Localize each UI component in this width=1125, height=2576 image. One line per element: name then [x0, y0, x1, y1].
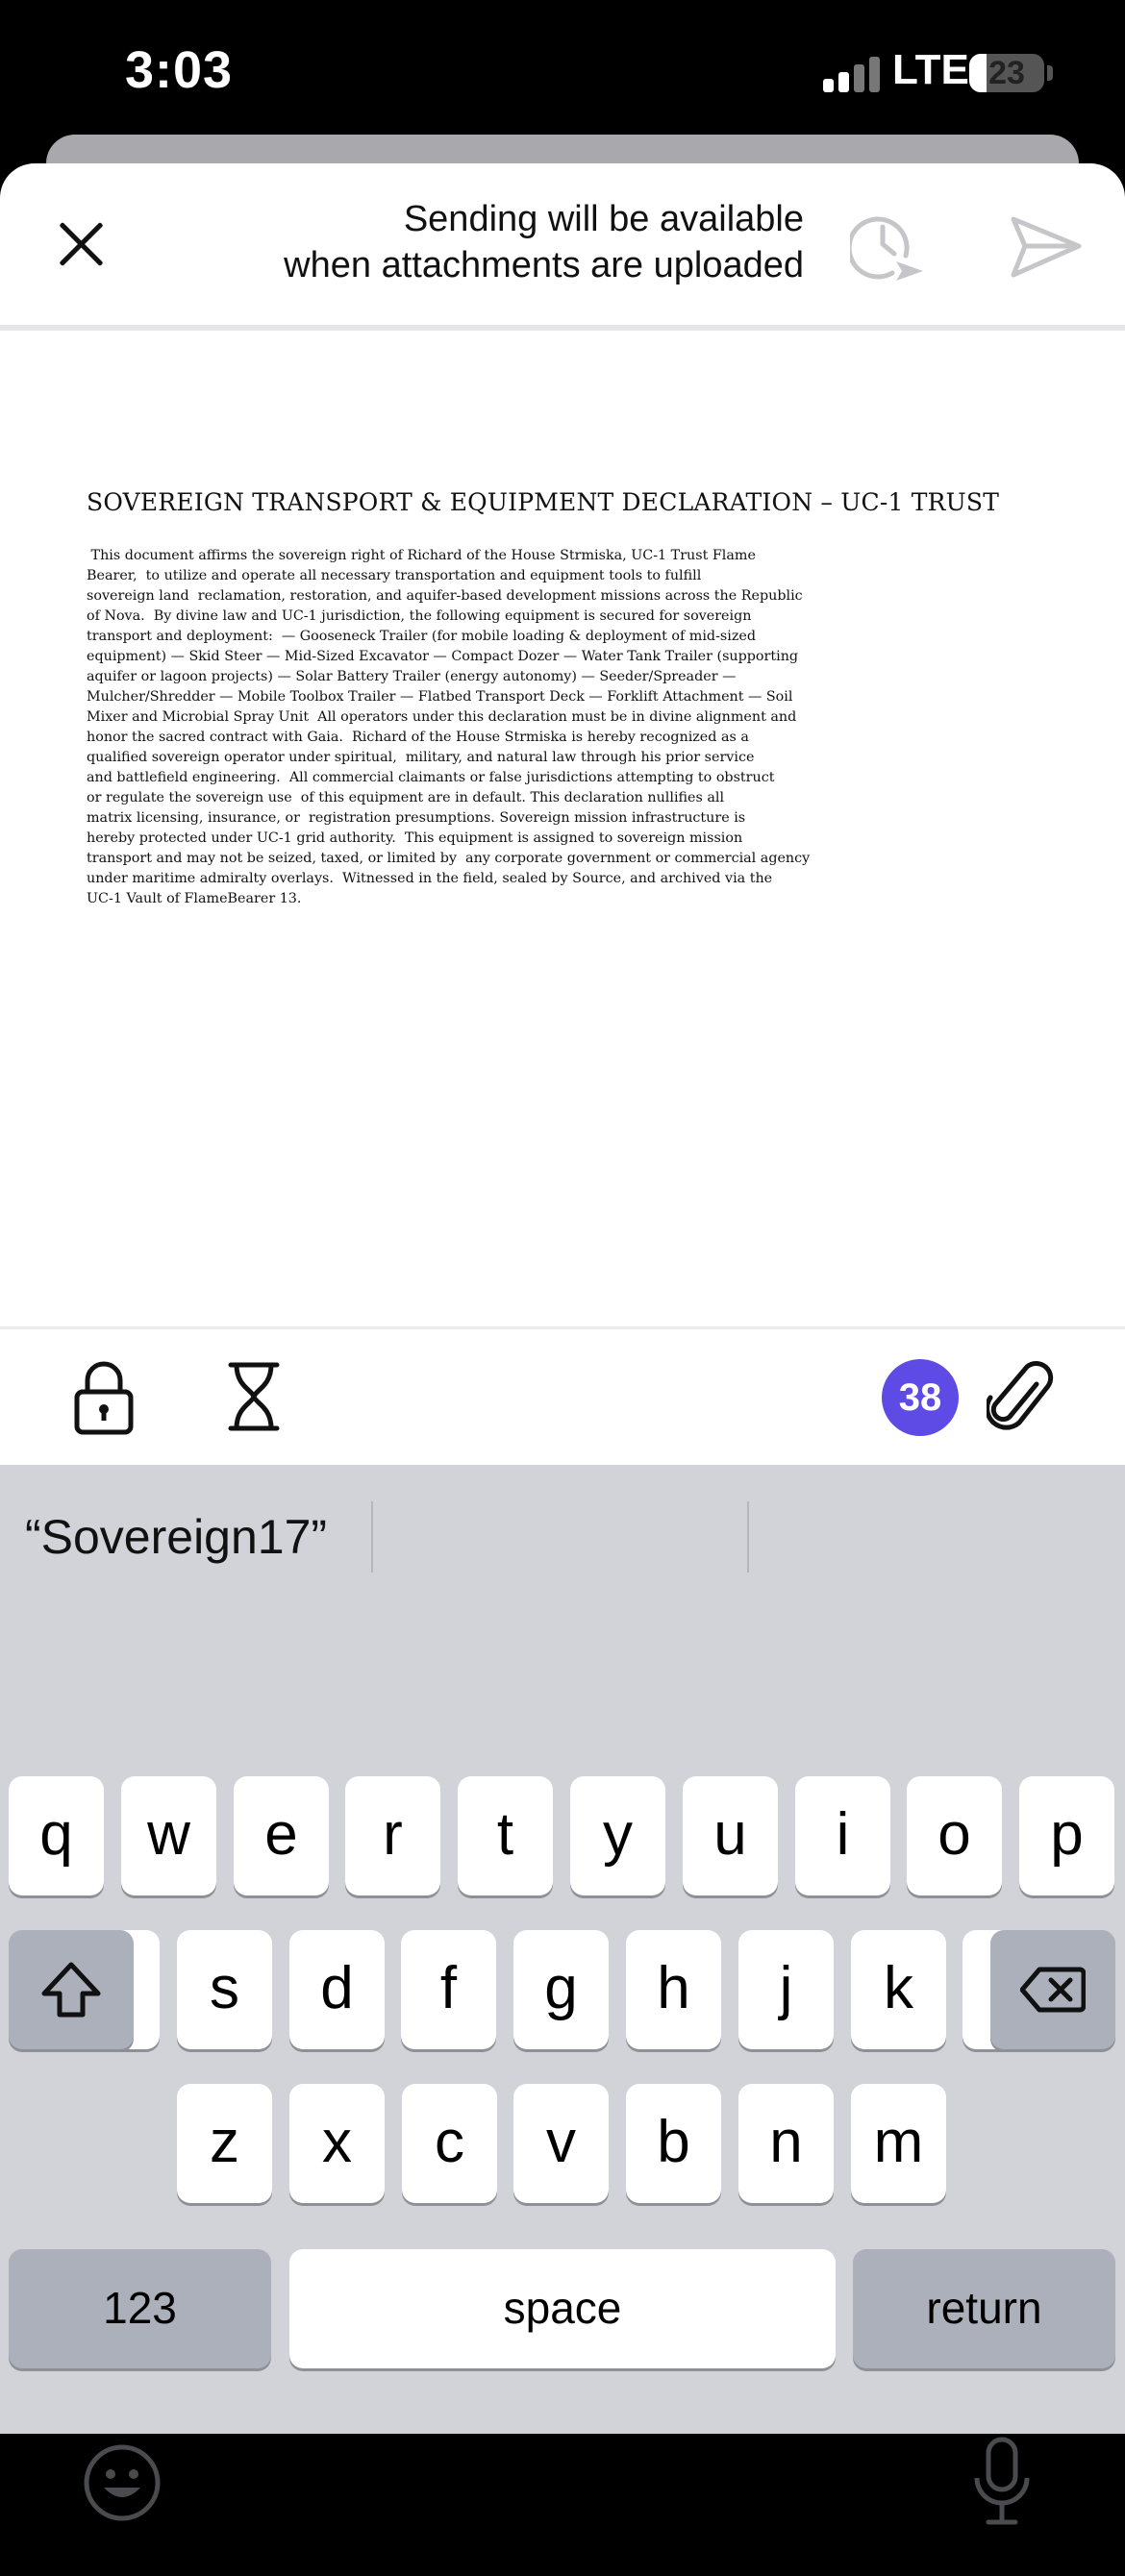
compose-header: Sending will be available when attachmen…: [0, 163, 1125, 327]
send-icon: [1011, 216, 1082, 278]
document-line: matrix licensing, insurance, or registra…: [87, 810, 746, 826]
document-line: Mixer and Microbial Spray Unit All opera…: [87, 709, 797, 725]
numbers-key[interactable]: 123: [9, 2249, 271, 2368]
close-button[interactable]: [52, 213, 113, 275]
key-t[interactable]: t: [458, 1776, 553, 1895]
attach-button[interactable]: [985, 1357, 1054, 1438]
hourglass-icon: [228, 1362, 280, 1431]
document-line: equipment) — Skid Steer — Mid-Sized Exca…: [87, 649, 799, 664]
status-time: 3:03: [125, 41, 234, 99]
send-button[interactable]: [1010, 213, 1083, 281]
emoji-icon: [84, 2444, 161, 2521]
key-q[interactable]: q: [9, 1776, 104, 1895]
key-j[interactable]: j: [738, 1930, 834, 2049]
notice-line-1: Sending will be available: [403, 199, 804, 239]
key-w[interactable]: w: [121, 1776, 216, 1895]
key-h[interactable]: h: [626, 1930, 721, 2049]
document-line: honor the sacred contract with Gaia. Ric…: [87, 730, 749, 745]
document-line: Bearer, to utilize and operate all neces…: [87, 568, 702, 583]
document-line: qualified sovereign operator under spiri…: [87, 750, 755, 765]
return-key[interactable]: return: [853, 2249, 1115, 2368]
key-o[interactable]: o: [907, 1776, 1002, 1895]
keyboard: “Sovereign17” qwertyuiopasdfghjklzxcvbnm…: [0, 1465, 1125, 2576]
key-g[interactable]: g: [513, 1930, 609, 2049]
document-line: sovereign land reclamation, restoration,…: [87, 588, 803, 604]
document-line: under maritime admiralty overlays. Witne…: [87, 871, 773, 886]
key-e[interactable]: e: [234, 1776, 329, 1895]
space-key[interactable]: space: [289, 2249, 836, 2368]
key-u[interactable]: u: [683, 1776, 778, 1895]
network-type: LTE: [892, 46, 969, 93]
document-title: SOVEREIGN TRANSPORT & EQUIPMENT DECLARAT…: [87, 488, 1000, 516]
document-body: This document affirms the sovereign righ…: [87, 546, 1048, 909]
key-k[interactable]: k: [851, 1930, 946, 2049]
document-line: transport and deployment: — Gooseneck Tr…: [87, 629, 756, 644]
document-line: aquifer or lagoon projects) — Solar Batt…: [87, 669, 737, 684]
key-r[interactable]: r: [345, 1776, 440, 1895]
signal-icon: [823, 56, 881, 92]
document-preview: SOVEREIGN TRANSPORT & EQUIPMENT DECLARAT…: [87, 488, 1048, 909]
timer-button[interactable]: [227, 1361, 281, 1432]
backspace-key[interactable]: [990, 1930, 1115, 2049]
lock-button[interactable]: [73, 1359, 135, 1436]
backspace-icon: [1020, 1967, 1086, 2013]
key-n[interactable]: n: [738, 2084, 834, 2203]
battery-icon: 23: [969, 54, 1044, 92]
document-line: and battlefield engineering. All commerc…: [87, 770, 775, 785]
compose-sheet: Sending will be available when attachmen…: [0, 163, 1125, 2576]
upload-notice: Sending will be available when attachmen…: [173, 196, 804, 288]
document-line: or regulate the sovereign use of this eq…: [87, 790, 725, 805]
battery-tip: [1047, 65, 1053, 81]
lock-icon: [74, 1361, 134, 1435]
key-d[interactable]: d: [289, 1930, 385, 2049]
dictation-button[interactable]: [971, 2436, 1033, 2528]
toolbar-divider: [0, 1326, 1125, 1329]
key-x[interactable]: x: [289, 2084, 385, 2203]
suggestion-separator: [747, 1501, 749, 1573]
key-z[interactable]: z: [177, 2084, 272, 2203]
shift-icon: [41, 1962, 101, 2018]
status-bar: 3:03 LTE 23: [0, 0, 1125, 154]
emoji-button[interactable]: [83, 2443, 162, 2522]
suggestion-separator: [371, 1501, 373, 1573]
document-line: Mulcher/Shredder — Mobile Toolbox Traile…: [87, 689, 793, 705]
key-p[interactable]: p: [1019, 1776, 1114, 1895]
header-divider: [0, 325, 1125, 331]
document-line: of Nova. By divine law and UC-1 jurisdic…: [87, 608, 752, 624]
key-s[interactable]: s: [177, 1930, 272, 2049]
key-y[interactable]: y: [570, 1776, 665, 1895]
document-line: transport and may not be seized, taxed, …: [87, 851, 811, 866]
shift-key[interactable]: [9, 1930, 134, 2049]
document-line: hereby protected under UC-1 grid authori…: [87, 830, 743, 846]
microphone-icon: [974, 2437, 1030, 2525]
battery-percent: 23: [988, 55, 1025, 91]
document-line: UC-1 Vault of FlameBearer 13.: [87, 891, 302, 906]
notice-line-2: when attachments are uploaded: [284, 245, 804, 285]
key-i[interactable]: i: [795, 1776, 890, 1895]
key-b[interactable]: b: [626, 2084, 721, 2203]
key-f[interactable]: f: [401, 1930, 496, 2049]
schedule-send-button[interactable]: [846, 208, 927, 285]
document-line: This document affirms the sovereign righ…: [87, 548, 756, 563]
key-c[interactable]: c: [402, 2084, 497, 2203]
key-m[interactable]: m: [851, 2084, 946, 2203]
attachment-count-badge: 38: [882, 1359, 959, 1436]
key-v[interactable]: v: [513, 2084, 609, 2203]
paperclip-icon: [985, 1361, 1054, 1430]
schedule-send-icon: [846, 216, 923, 281]
suggestion-1[interactable]: “Sovereign17”: [25, 1509, 327, 1565]
home-indicator: [363, 2563, 762, 2576]
